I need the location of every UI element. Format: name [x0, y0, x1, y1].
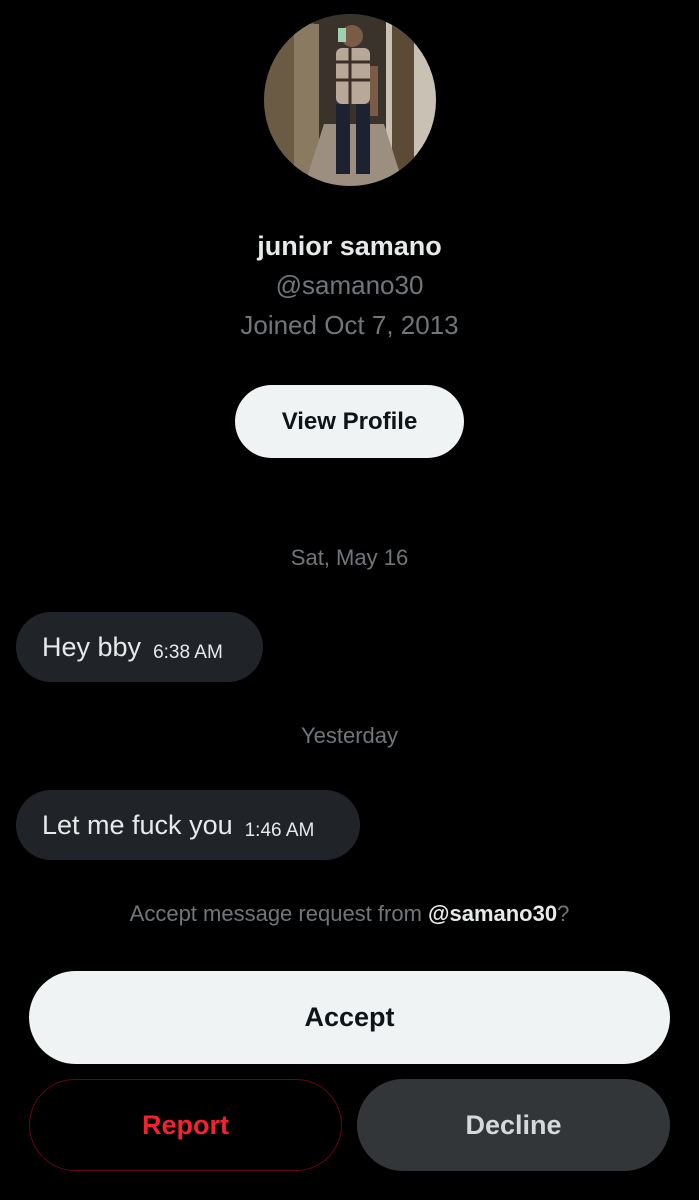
avatar[interactable] — [264, 14, 436, 186]
date-separator: Sat, May 16 — [290, 545, 409, 570]
decline-button[interactable]: Decline — [357, 1079, 670, 1171]
dm-request-screen: junior samano @samano30 Joined Oct 7, 20… — [0, 0, 699, 1200]
display-name: junior samano — [257, 231, 442, 261]
message-text: Let me fuck you — [42, 809, 233, 840]
date-separator: Yesterday — [300, 723, 399, 748]
profile-photo-icon — [264, 14, 436, 186]
view-profile-button[interactable]: View Profile — [235, 385, 464, 458]
message-request-prompt: Accept message request from @samano30? — [0, 900, 699, 928]
user-handle: @samano30 — [275, 270, 424, 300]
report-button[interactable]: Report — [29, 1079, 342, 1171]
message-bubble[interactable]: Let me fuck you 1:46 AM — [16, 790, 360, 860]
request-suffix: ? — [557, 901, 570, 926]
message-time: 1:46 AM — [244, 820, 315, 841]
message-text: Hey bby — [42, 631, 142, 662]
request-prefix: Accept message request from — [129, 901, 429, 926]
joined-date: Joined Oct 7, 2013 — [240, 310, 459, 340]
message-time: 6:38 AM — [153, 642, 223, 663]
message-bubble[interactable]: Hey bby 6:38 AM — [16, 612, 263, 682]
request-handle: @samano30 — [428, 901, 558, 926]
accept-button[interactable]: Accept — [29, 971, 670, 1064]
